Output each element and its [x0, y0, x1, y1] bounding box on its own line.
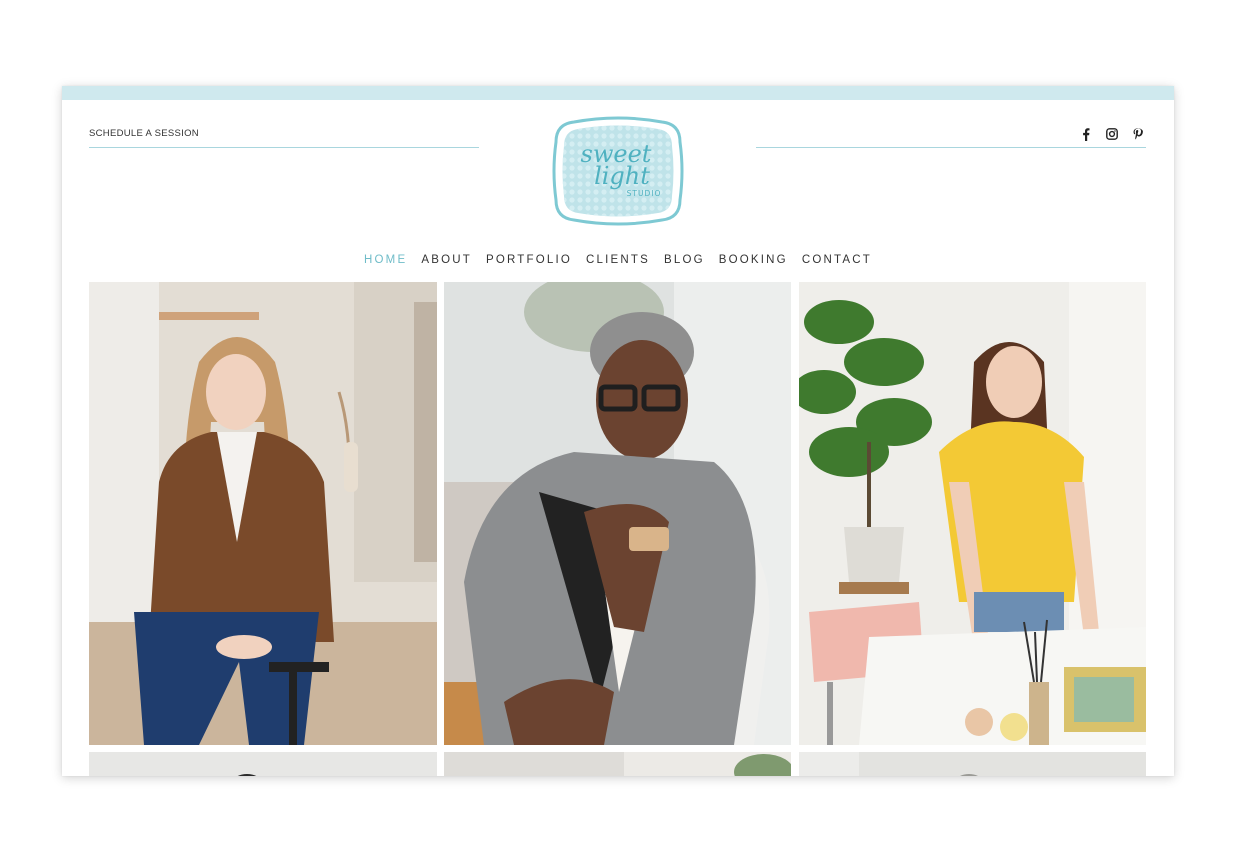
- nav-about[interactable]: ABOUT: [421, 254, 472, 266]
- nav-portfolio[interactable]: PORTFOLIO: [486, 254, 572, 266]
- nav-clients[interactable]: CLIENTS: [586, 254, 650, 266]
- portfolio-photo-row2-2[interactable]: [444, 752, 791, 776]
- nav-home[interactable]: HOME: [364, 254, 407, 266]
- nav-blog[interactable]: BLOG: [664, 254, 705, 266]
- social-links: [1078, 126, 1146, 142]
- browser-page: SCHEDULE A SESSION sweet light STUDIO HO…: [62, 86, 1174, 776]
- nav-contact[interactable]: CONTACT: [802, 254, 872, 266]
- pinterest-icon[interactable]: [1130, 126, 1146, 142]
- schedule-session-link[interactable]: SCHEDULE A SESSION: [89, 128, 199, 139]
- instagram-icon[interactable]: [1104, 126, 1120, 142]
- portfolio-photo-row2-1[interactable]: [89, 752, 437, 776]
- top-accent-bar: [62, 86, 1174, 100]
- nav-booking[interactable]: BOOKING: [719, 254, 788, 266]
- facebook-icon[interactable]: [1078, 126, 1094, 142]
- header-divider-right: [756, 147, 1146, 148]
- portfolio-photo-grey-blazer[interactable]: [444, 282, 791, 745]
- portfolio-photo-row2-3[interactable]: [799, 752, 1146, 776]
- sweet-light-studio-logo[interactable]: sweet light STUDIO: [552, 116, 684, 226]
- logo-text-light: light: [594, 162, 650, 190]
- portfolio-photo-yellow-top[interactable]: [799, 282, 1146, 745]
- portfolio-photo-brown-jacket[interactable]: [89, 282, 437, 745]
- header-divider-left: [89, 147, 479, 148]
- main-navigation: HOME ABOUT PORTFOLIO CLIENTS BLOG BOOKIN…: [62, 254, 1174, 266]
- logo-text-studio: STUDIO: [627, 189, 662, 198]
